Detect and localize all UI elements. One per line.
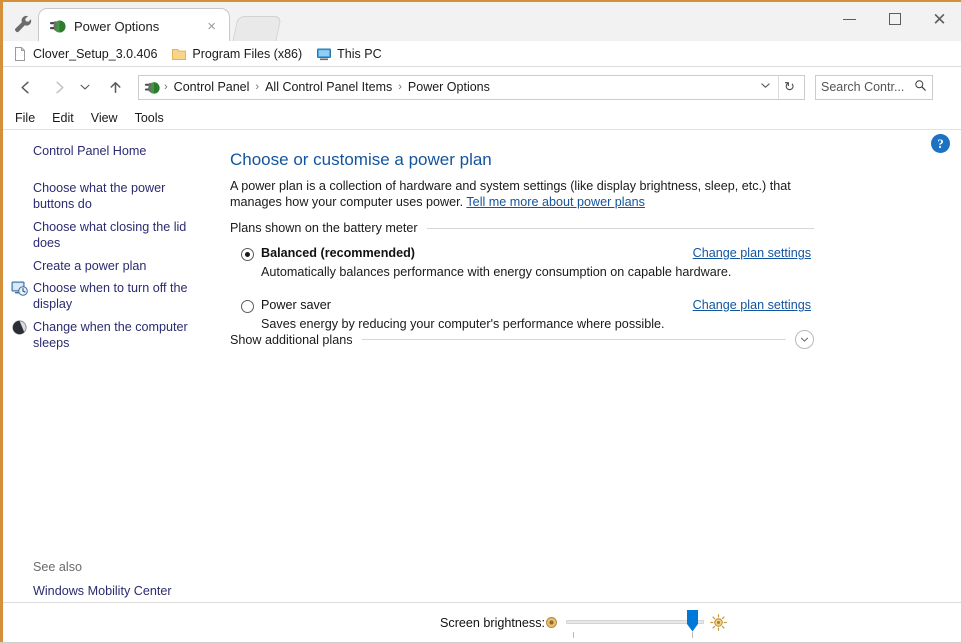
sleep-moon-icon — [11, 319, 28, 336]
status-bar: Screen brightness: — [3, 602, 961, 642]
breadcrumb-bar[interactable]: › Control Panel › All Control Panel Item… — [138, 75, 805, 100]
breadcrumb-control-panel[interactable]: Control Panel — [171, 80, 253, 94]
main-content: ? Choose or customise a power plan A pow… — [225, 130, 961, 643]
breadcrumb-dropdown-icon[interactable] — [753, 79, 778, 95]
section-divider — [427, 228, 814, 229]
slider-tick — [573, 632, 574, 638]
slider-tick — [692, 632, 693, 638]
slider-thumb[interactable] — [687, 610, 698, 632]
bookmark-item-clover-setup[interactable]: Clover_Setup_3.0.406 — [12, 46, 157, 62]
sidebar-item-computer-sleeps[interactable]: Change when the computer sleeps — [33, 319, 208, 351]
chevron-down-icon[interactable] — [795, 330, 814, 349]
power-plug-icon — [49, 17, 67, 35]
content-body: Control Panel Home Choose what the power… — [3, 130, 961, 643]
see-also-label: See also — [33, 560, 82, 574]
breadcrumb-separator: › — [395, 81, 405, 93]
tab-power-options[interactable]: Power Options × — [38, 8, 230, 43]
breadcrumb-all-control-panel-items[interactable]: All Control Panel Items — [262, 80, 395, 94]
tab-title: Power Options — [74, 19, 204, 34]
power-plan-name: Balanced (recommended) — [261, 246, 693, 260]
close-button[interactable]: ✕ — [917, 2, 962, 36]
sidebar-item-windows-mobility-center[interactable]: Windows Mobility Center — [33, 583, 223, 599]
page-description: A power plan is a collection of hardware… — [230, 178, 812, 210]
computer-icon — [316, 46, 332, 62]
power-plug-icon — [144, 79, 161, 96]
show-additional-plans[interactable]: Show additional plans — [230, 330, 814, 349]
menu-item-tools[interactable]: Tools — [135, 111, 164, 125]
wrench-icon[interactable] — [12, 13, 34, 35]
page-title: Choose or customise a power plan — [230, 150, 492, 170]
window-controls: ✕ — [827, 2, 962, 36]
menu-item-view[interactable]: View — [91, 111, 118, 125]
sidebar: Control Panel Home Choose what the power… — [3, 130, 225, 643]
section-divider — [362, 339, 786, 340]
show-additional-plans-label: Show additional plans — [230, 333, 362, 347]
power-plan-balanced: Balanced (recommended) Change plan setti… — [241, 246, 811, 279]
bookmark-bar: Clover_Setup_3.0.406 Program Files (x86)… — [3, 41, 961, 67]
new-tab-button[interactable] — [232, 16, 282, 42]
monitor-clock-icon — [11, 280, 28, 297]
minimize-button[interactable] — [827, 2, 872, 36]
power-plan-row[interactable]: Balanced (recommended) Change plan setti… — [241, 246, 811, 261]
recent-locations-chevron-icon[interactable] — [77, 76, 93, 98]
slider-track[interactable] — [566, 620, 704, 624]
magnifier-icon — [914, 79, 927, 95]
search-input[interactable]: Search Contr... — [821, 80, 914, 94]
search-box[interactable]: Search Contr... — [815, 75, 933, 100]
bookmark-label: Program Files (x86) — [192, 47, 302, 61]
menu-item-edit[interactable]: Edit — [52, 111, 74, 125]
change-plan-settings-power-saver[interactable]: Change plan settings — [693, 298, 811, 312]
tab-strip: Power Options × ✕ — [0, 0, 962, 41]
bookmark-label: Clover_Setup_3.0.406 — [33, 47, 157, 61]
power-plan-power-saver: Power saver Change plan settings Saves e… — [241, 298, 811, 331]
breadcrumb-power-options[interactable]: Power Options — [405, 80, 493, 94]
sun-bright-icon — [710, 614, 727, 631]
file-icon — [12, 46, 28, 62]
power-plan-description: Saves energy by reducing your computer's… — [261, 317, 811, 331]
folder-icon — [171, 46, 187, 62]
maximize-button[interactable] — [872, 2, 917, 36]
section-heading-label: Plans shown on the battery meter — [230, 221, 427, 235]
power-plan-description: Automatically balances performance with … — [261, 265, 811, 279]
radio-power-saver[interactable] — [241, 300, 254, 313]
back-button[interactable] — [14, 76, 36, 98]
power-plan-name: Power saver — [261, 298, 693, 312]
screen-brightness-label: Screen brightness: — [440, 616, 545, 630]
brightness-slider[interactable] — [566, 608, 706, 638]
sidebar-item-turn-off-display[interactable]: Choose when to turn off the display — [33, 280, 208, 312]
section-heading-battery-meter: Plans shown on the battery meter — [230, 221, 814, 235]
breadcrumb-separator: › — [252, 81, 262, 93]
clover-explorer-window: Power Options × ✕ Clover_Setup_3.0.406 — [0, 0, 962, 643]
window-frame-left-edge — [0, 0, 3, 643]
radio-balanced[interactable] — [241, 248, 254, 261]
power-plan-row[interactable]: Power saver Change plan settings — [241, 298, 811, 313]
bookmark-item-program-files[interactable]: Program Files (x86) — [171, 46, 302, 62]
bookmark-label: This PC — [337, 47, 381, 61]
tab-close-icon[interactable]: × — [204, 17, 219, 36]
breadcrumb-separator: › — [161, 81, 171, 93]
up-button[interactable] — [104, 76, 126, 98]
forward-button[interactable] — [48, 76, 70, 98]
tell-me-more-link[interactable]: Tell me more about power plans — [466, 195, 645, 209]
menu-bar: File Edit View Tools — [3, 107, 961, 130]
change-plan-settings-balanced[interactable]: Change plan settings — [693, 246, 811, 260]
menu-item-file[interactable]: File — [15, 111, 35, 125]
sidebar-item-control-panel-home[interactable]: Control Panel Home — [33, 143, 208, 159]
sun-dim-icon — [545, 616, 558, 629]
address-bar: › Control Panel › All Control Panel Item… — [3, 67, 961, 107]
bookmark-item-this-pc[interactable]: This PC — [316, 46, 381, 62]
refresh-button[interactable]: ↻ — [778, 76, 800, 99]
sidebar-item-closing-lid[interactable]: Choose what closing the lid does — [33, 219, 208, 251]
help-button[interactable]: ? — [931, 134, 950, 153]
sidebar-item-create-power-plan[interactable]: Create a power plan — [33, 258, 208, 274]
sidebar-item-power-buttons[interactable]: Choose what the power buttons do — [33, 180, 208, 212]
